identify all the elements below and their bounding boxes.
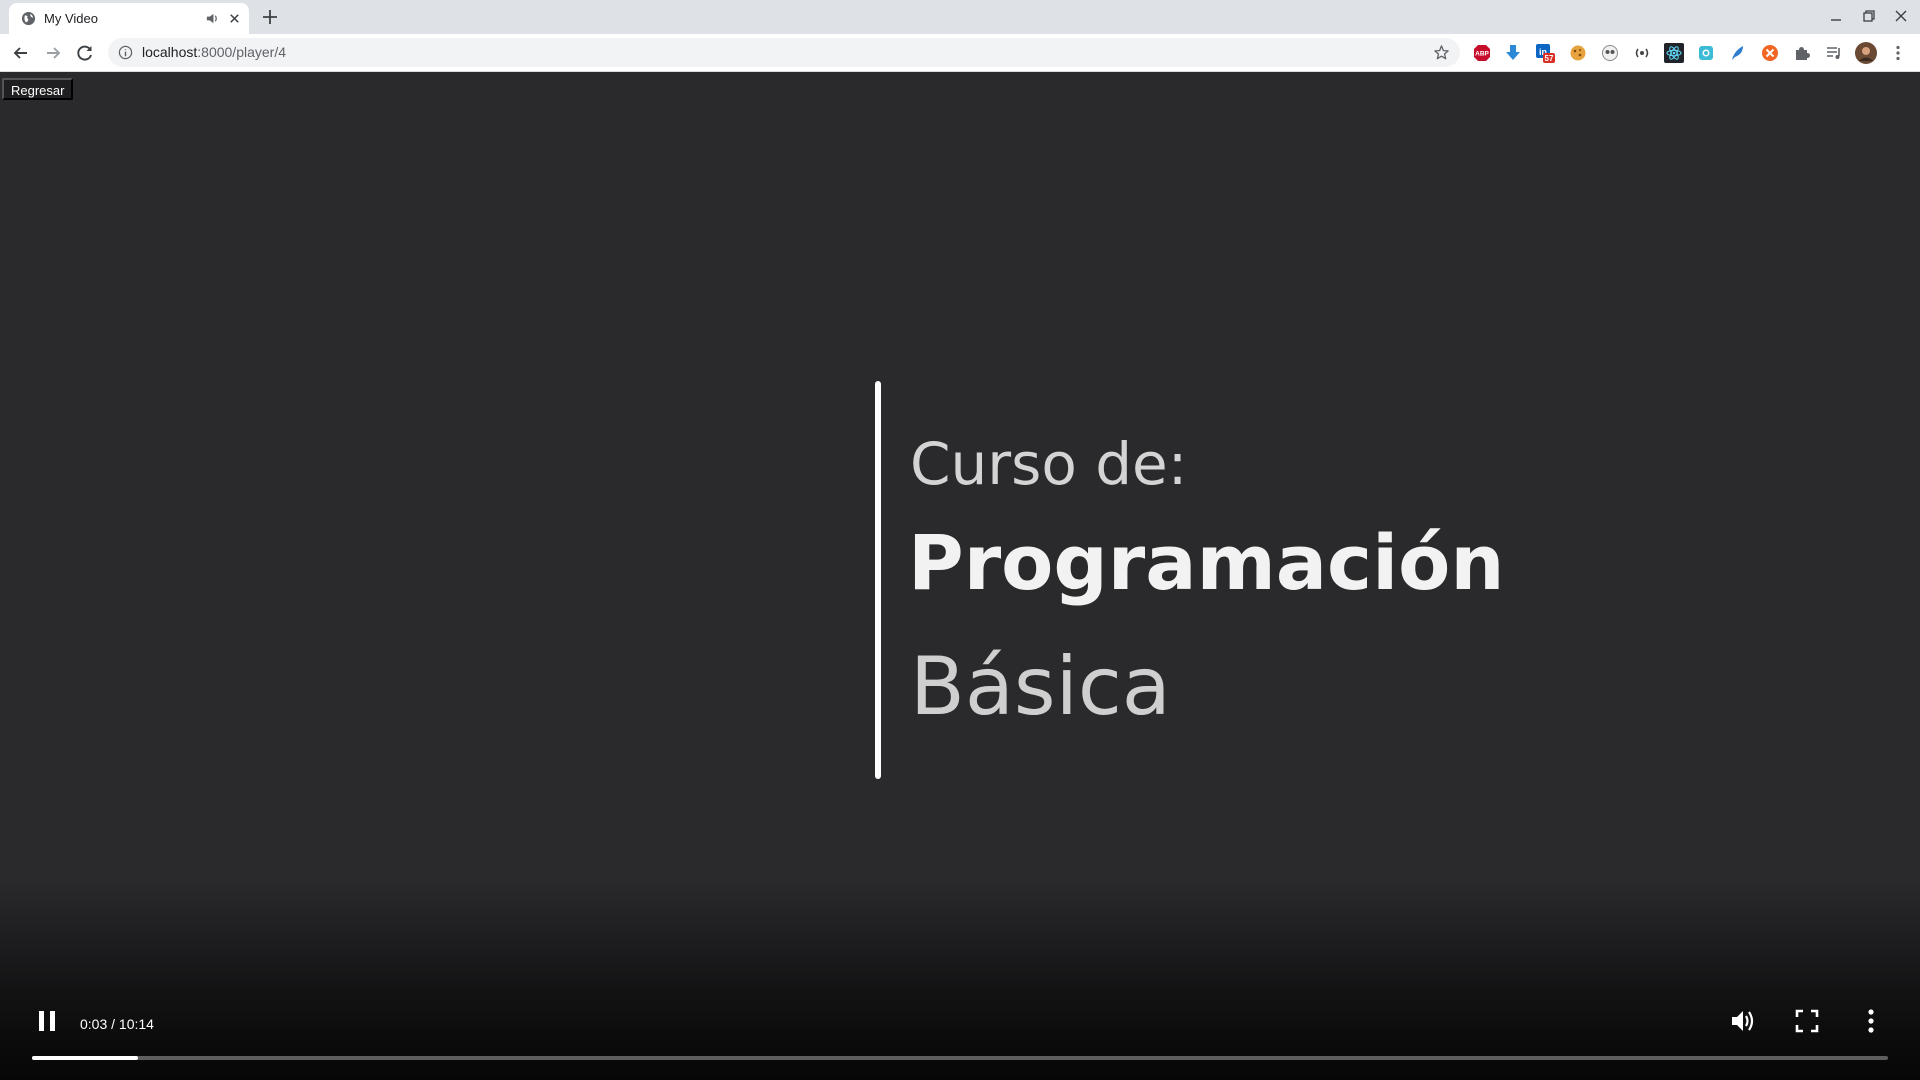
blocker-icon[interactable] <box>1760 43 1780 63</box>
page-content: Regresar Curso de: Programación Básica 0… <box>0 72 1920 1080</box>
slide-title-second-line: Básica <box>910 640 1171 733</box>
tab-close-icon[interactable] <box>227 11 242 26</box>
slide-divider <box>875 381 881 779</box>
pause-button[interactable] <box>34 1008 60 1034</box>
time-display: 0:03 / 10:14 <box>80 1016 154 1032</box>
volume-icon[interactable] <box>1729 1007 1757 1035</box>
forward-arrow-icon[interactable] <box>42 42 64 64</box>
tab-title: My Video <box>44 11 98 26</box>
slide-title: Programación <box>908 518 1505 607</box>
owl-icon[interactable] <box>1600 43 1620 63</box>
reload-icon[interactable] <box>74 42 96 64</box>
url-host: localhost <box>142 44 198 60</box>
tab-strip: My Video <box>0 0 1920 34</box>
close-window-icon[interactable] <box>1893 8 1909 24</box>
adblock-icon[interactable]: ABP <box>1472 43 1492 63</box>
profile-avatar[interactable] <box>1855 42 1877 64</box>
back-button[interactable]: Regresar <box>2 78 74 100</box>
site-info-icon[interactable] <box>118 45 133 60</box>
slide-subtitle: Curso de: <box>910 430 1188 498</box>
browser-menu-icon[interactable] <box>1888 43 1908 63</box>
extensions-puzzle-icon[interactable] <box>1792 43 1812 63</box>
video-player[interactable]: Regresar Curso de: Programación Básica 0… <box>0 72 1920 1080</box>
back-arrow-icon[interactable] <box>10 42 32 64</box>
address-bar[interactable]: localhost:8000/player/4 <box>108 38 1460 67</box>
linkedin-badge: 57 <box>1545 54 1554 63</box>
more-options-icon[interactable] <box>1860 1008 1882 1034</box>
fullscreen-icon[interactable] <box>1794 1008 1820 1034</box>
minimize-icon[interactable] <box>1828 8 1844 24</box>
globe-icon <box>21 11 36 26</box>
bookmark-star-icon[interactable] <box>1433 44 1450 61</box>
radio-icon[interactable] <box>1632 43 1652 63</box>
controls-overlay <box>0 880 1920 1080</box>
adblock-label: ABP <box>1475 51 1489 58</box>
url-text[interactable]: localhost:8000/player/4 <box>142 44 286 60</box>
media-queue-icon[interactable] <box>1824 43 1844 63</box>
progress-played <box>32 1056 138 1060</box>
camera-icon[interactable] <box>1696 43 1716 63</box>
tab-audio-icon[interactable] <box>205 11 220 26</box>
browser-tab[interactable]: My Video <box>9 3 249 34</box>
new-tab-icon[interactable] <box>260 7 280 27</box>
restore-icon[interactable] <box>1861 8 1877 24</box>
cookie-icon[interactable] <box>1568 43 1588 63</box>
linkedin-icon[interactable]: in 57 <box>1535 43 1555 63</box>
react-devtools-icon[interactable] <box>1664 43 1684 63</box>
progress-bar[interactable] <box>32 1056 1888 1060</box>
url-path: :8000/player/4 <box>197 44 286 60</box>
download-icon[interactable] <box>1503 43 1523 63</box>
browser-toolbar: localhost:8000/player/4 ABP in 57 <box>0 34 1920 72</box>
feather-icon[interactable] <box>1728 43 1748 63</box>
